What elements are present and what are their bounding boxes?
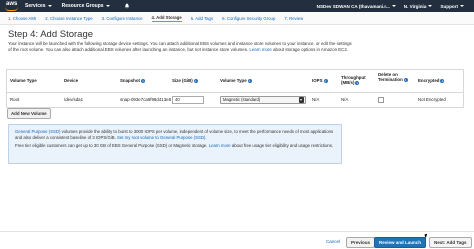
step-configure-instance[interactable]: 3. Configure Instance xyxy=(102,16,143,21)
col-size: Size (GiB) i xyxy=(172,78,198,83)
bell-icon[interactable] xyxy=(124,3,130,9)
select-arrows-icon xyxy=(299,97,304,103)
chevron-down-icon xyxy=(391,5,396,7)
page-description: Your instance will be launched with the … xyxy=(8,41,353,53)
resource-groups-menu[interactable]: Resource Groups xyxy=(62,3,110,9)
volume-type-selected: Magnetic (standard) xyxy=(223,97,261,102)
step-choose-ami[interactable]: 1. Choose AMI xyxy=(8,16,36,21)
learn-more-link[interactable]: Learn more xyxy=(249,47,271,52)
services-label: Services xyxy=(25,3,46,9)
col-delete-on-termination: Delete on Termination i xyxy=(378,72,408,82)
step-add-tags[interactable]: 5. Add Tags xyxy=(191,16,213,21)
general-purpose-ssd-link[interactable]: General Purpose (SSD) xyxy=(15,129,60,134)
cell-volume-type: Root xyxy=(10,97,20,102)
info-icon[interactable]: i xyxy=(193,78,198,83)
step-review[interactable]: 7. Review xyxy=(284,16,303,21)
page-title: Step 4: Add Storage xyxy=(8,29,94,40)
wizard-footer: Cancel Previous Review and Launch Next: … xyxy=(0,231,474,249)
chevron-down-icon xyxy=(460,5,464,7)
step-choose-instance-type[interactable]: 2. Choose Instance Type xyxy=(45,16,92,21)
col-throughput-label: Throughput (MB/s) xyxy=(341,75,366,85)
wizard-steps: 1. Choose AMI 2. Choose Instance Type 3.… xyxy=(0,12,474,25)
aws-logo[interactable]: aws xyxy=(3,0,25,12)
cancel-button[interactable]: Cancel xyxy=(322,237,344,246)
col-size-label: Size (GiB) xyxy=(172,78,193,83)
account-menu[interactable]: NSDev SDWAN CA (thavamani.r... xyxy=(317,4,396,9)
cell-iops: N/A xyxy=(312,97,320,102)
top-nav-bar: aws Services Resource Groups NSDev SDWAN… xyxy=(0,0,474,12)
next-add-tags-button[interactable]: Next: Add Tags xyxy=(429,237,472,248)
table-row: Root /dev/sda1 snap-093e7ca6f98d413e8 40… xyxy=(7,93,463,107)
logo-smile-icon xyxy=(5,7,18,11)
account-label: NSDev SDWAN CA (thavamani.r... xyxy=(316,3,390,9)
resource-groups-label: Resource Groups xyxy=(61,3,104,9)
support-menu[interactable]: Support xyxy=(440,4,464,9)
info-icon[interactable]: i xyxy=(323,78,328,83)
table-header: Volume Type Device Snapshot i Size (GiB) i… xyxy=(7,70,463,93)
info-icon[interactable]: i xyxy=(440,78,445,83)
col-volume-type-2-label: Volume Type xyxy=(220,78,247,83)
info-icon[interactable]: i xyxy=(141,78,146,83)
chevron-down-icon xyxy=(428,5,433,7)
info-paragraph-ssd: General Purpose (SSD) volumes provide th… xyxy=(15,129,335,141)
cell-snapshot: snap-093e7ca6f98d413e8 xyxy=(120,97,172,102)
info-icon[interactable]: i xyxy=(403,77,408,82)
set-root-volume-link[interactable]: Set my root volume to General Purpose (S… xyxy=(117,135,207,140)
info-paragraph-free-tier: Free tier eligible customers can get up … xyxy=(15,143,335,149)
cell-throughput: N/A xyxy=(341,97,349,102)
storage-table: Volume Type Device Snapshot i Size (GiB) i… xyxy=(6,69,464,108)
info-icon[interactable]: i xyxy=(247,78,252,83)
info-box: General Purpose (SSD) volumes provide th… xyxy=(8,124,342,164)
col-encrypted: Encrypted i xyxy=(418,78,445,83)
col-delete-label: Delete on Termination xyxy=(378,72,403,82)
delete-on-termination-checkbox[interactable] xyxy=(378,97,384,103)
review-and-launch-button[interactable]: Review and Launch xyxy=(374,237,427,248)
col-throughput: Throughput (MB/s) i xyxy=(341,75,367,85)
col-snapshot: Snapshot i xyxy=(120,78,146,83)
col-volume-type-2: Volume Type i xyxy=(220,78,252,83)
previous-button[interactable]: Previous xyxy=(346,237,376,248)
free-tier-text: Free tier eligible customers can get up … xyxy=(15,143,209,148)
col-encrypted-label: Encrypted xyxy=(418,78,440,83)
description-text-end: about storage options in Amazon EC2. xyxy=(271,47,348,52)
col-volume-type: Volume Type xyxy=(10,78,37,83)
step-configure-security-group[interactable]: 6. Configure Security Group xyxy=(222,16,275,21)
nav-right-group: NSDev SDWAN CA (thavamani.r... N. Virgin… xyxy=(317,0,464,12)
chevron-down-icon xyxy=(47,5,52,7)
support-label: Support xyxy=(440,3,458,9)
free-tier-text-end: about free usage tier eligibility and us… xyxy=(230,143,334,148)
region-label: N. Virginia xyxy=(403,3,427,9)
col-iops: IOPS i xyxy=(312,78,328,83)
col-iops-label: IOPS xyxy=(312,78,323,83)
cell-encrypted: Not Encrypted xyxy=(418,97,446,102)
size-input[interactable]: 40 xyxy=(172,96,204,104)
chevron-down-icon xyxy=(105,5,110,7)
volume-type-select[interactable]: Magnetic (standard) xyxy=(220,96,306,104)
add-new-volume-button[interactable]: Add New Volume xyxy=(7,108,51,119)
step-add-storage[interactable]: 4. Add Storage xyxy=(151,15,182,22)
info-icon[interactable]: i xyxy=(355,80,360,85)
services-menu[interactable]: Services xyxy=(25,3,52,9)
col-device: Device xyxy=(64,78,79,83)
free-tier-learn-more-link[interactable]: Learn more xyxy=(209,143,231,148)
region-menu[interactable]: N. Virginia xyxy=(404,4,433,9)
cell-device: /dev/sda1 xyxy=(64,97,84,102)
col-snapshot-label: Snapshot xyxy=(120,78,141,83)
